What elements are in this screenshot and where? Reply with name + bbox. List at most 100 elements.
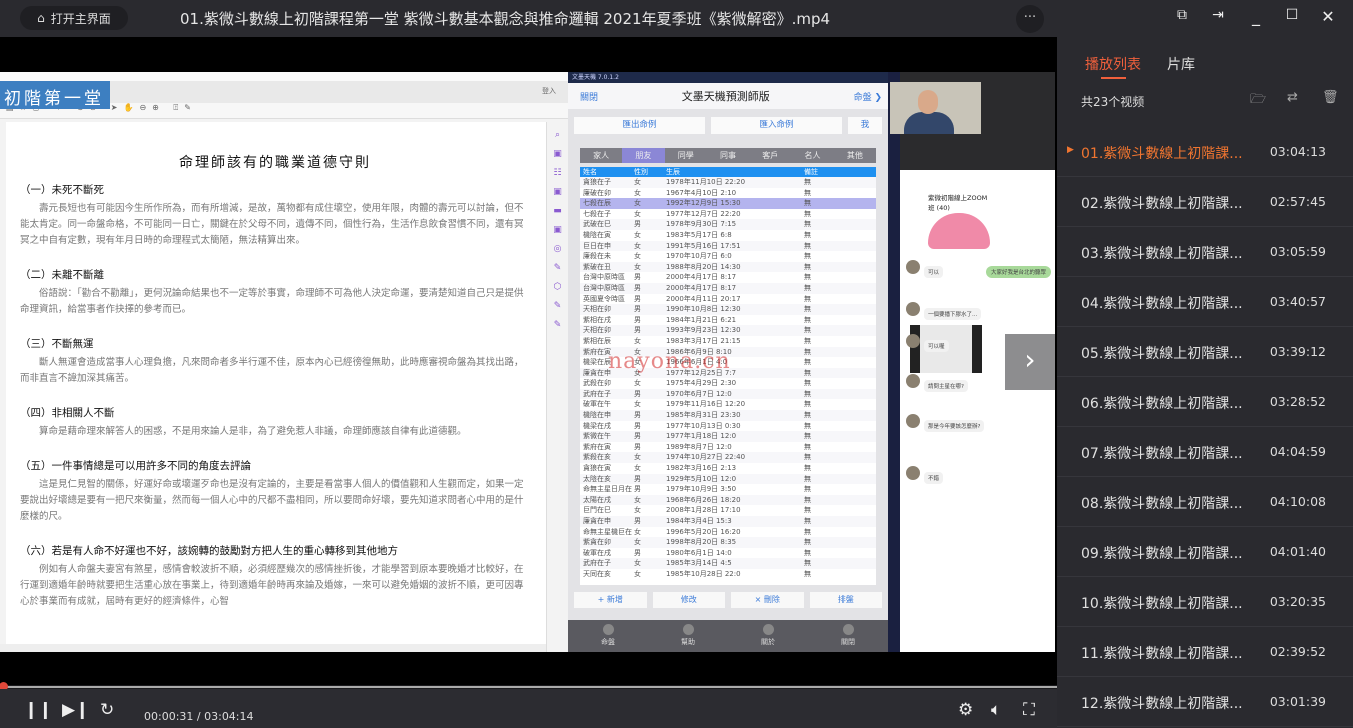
category-tab: 同事: [719, 151, 736, 160]
table-row: 機陰在寅 女 1983年5月17日 6:8 無: [580, 230, 876, 241]
table-cell: 無: [804, 495, 811, 504]
playlist-item[interactable]: 11.紫微斗數線上初階課... 02:39:52: [1057, 627, 1353, 677]
home-label: 打开主界面: [50, 11, 111, 26]
table-cell: 1992年12月9日 15:30: [666, 199, 741, 208]
playlist-item[interactable]: 12.紫微斗數線上初階課... 03:01:39: [1057, 677, 1353, 727]
watermark: nayona.cn: [608, 349, 731, 374]
table-cell: 無: [804, 569, 811, 578]
sort-list-icon[interactable]: ⇄: [1287, 90, 1298, 105]
screencast-icon[interactable]: ⧉: [1171, 7, 1193, 23]
table-cell: 1970年6月7日 12:0: [666, 389, 732, 398]
doc-section: （三）不斷無運 斷人無運會造成當事人心理負擔，凡來問命者多半行運不佳，原本內心已經…: [20, 336, 530, 387]
more-button[interactable]: ···: [1016, 5, 1044, 33]
open-folder-icon[interactable]: 🗁︎: [1250, 90, 1266, 112]
maximize-icon[interactable]: ☐: [1281, 7, 1303, 23]
next-track-icon[interactable]: ▶❙: [62, 702, 89, 719]
table-cell: 機梁在戌: [583, 421, 611, 430]
app-action-button: × 刪除: [731, 592, 804, 608]
pause-icon[interactable]: ❙❙: [24, 702, 53, 719]
table-cell: 無: [804, 241, 811, 250]
table-row: 英國夏令時區男 2000年4月11日 20:17 無: [580, 294, 876, 305]
video-area[interactable]: 初階第一堂 登入 ▤☆⎙✉⌕ ⊕⊖ ➤✋⊖⊕ ⍐✎ 命理師該有的職業道德守則 （…: [0, 37, 1057, 685]
table-cell: 無: [804, 400, 811, 409]
playlist-item[interactable]: 05.紫微斗數線上初階課... 03:39:12: [1057, 327, 1353, 377]
table-cell: 1982年3月16日 2:13: [666, 464, 737, 473]
playlist-item[interactable]: 06.紫微斗數線上初階課... 03:28:52: [1057, 377, 1353, 427]
app-action-button: + 新增: [574, 592, 647, 608]
chat-group-title: 紫微初階線上ZOOM班 (40): [928, 194, 988, 212]
playlist-item-title: 09.紫微斗數線上初階課...: [1081, 546, 1243, 562]
section-heading: （六）若是有人命不好運也不好，該婉轉的鼓勵對方把人生的重心轉移到其他地方: [20, 545, 398, 557]
table-cell: 無: [804, 220, 811, 229]
fullscreen-icon[interactable]: ⛶: [1023, 702, 1035, 719]
next-slide-button[interactable]: ›: [1005, 334, 1055, 390]
tab-playlist[interactable]: 播放列表: [1085, 54, 1141, 74]
table-cell: 男: [634, 389, 641, 398]
chat-avatar: [906, 302, 920, 316]
table-cell: 七殺在辰: [583, 199, 611, 208]
table-cell: 女: [634, 262, 641, 271]
chat-avatar: [906, 260, 920, 274]
table-row: 台灣中原時區男 2000年4月17日 8:17 無: [580, 272, 876, 283]
table-cell: 1993年9月23日 12:30: [666, 326, 741, 335]
export-cases-button: 匯出命例: [574, 117, 706, 134]
pdf-side-tools: ⌕ ▣ ☷ ▣ ▬ ▣ ◎ ✎ ⬡ ✎ ✎: [546, 122, 568, 652]
chat-bubble: 請問主星在哪?: [924, 380, 968, 392]
table-cell: 無: [804, 358, 811, 367]
table-cell: 無: [804, 230, 811, 239]
playlist-item[interactable]: 10.紫微斗數線上初階課... 03:20:35: [1057, 577, 1353, 627]
chat-avatar: [906, 334, 920, 348]
playlist-item[interactable]: 08.紫微斗數線上初階課... 04:10:08: [1057, 477, 1353, 527]
table-cell: 女: [634, 453, 641, 462]
table-cell: 2008年1月28日 17:10: [666, 506, 741, 515]
pdf-page: 命理師該有的職業道德守則 （一）未死不斷死 壽元長短也有可能因今生所作所為，而有所…: [6, 122, 546, 644]
category-tab: 朋友: [622, 148, 665, 163]
table-cell: 1984年3月4日 15:3: [666, 517, 732, 525]
playlist-item[interactable]: 03.紫微斗數線上初階課... 03:05:59: [1057, 227, 1353, 277]
delete-icon[interactable]: 🗑︎: [1322, 90, 1339, 105]
tab-library[interactable]: 片库: [1167, 54, 1195, 74]
table-cell: 男: [634, 326, 641, 335]
chat-bubble-own: 大家好我是台北的聽眾: [986, 266, 1052, 278]
table-cell: 無: [804, 252, 811, 261]
minimize-icon[interactable]: _: [1245, 7, 1267, 26]
playlist-item[interactable]: 09.紫微斗數線上初階課... 04:01:40: [1057, 527, 1353, 577]
table-cell: 紫府在寅: [583, 442, 611, 451]
table-cell: 無: [804, 464, 811, 473]
table-cell: 紫微在午: [583, 432, 611, 441]
table-cell: 2000年4月17日 8:17: [666, 283, 737, 292]
table-cell: 男: [634, 305, 641, 314]
table-cell: 男: [634, 411, 641, 420]
playlist-item[interactable]: 07.紫微斗數線上初階課... 04:04:59: [1057, 427, 1353, 477]
table-cell: 1979年11月16日 12:20: [666, 400, 746, 409]
loop-off-icon[interactable]: ↻: [100, 702, 114, 719]
nav-icon: [602, 624, 614, 635]
table-cell: 巨門在巳: [583, 506, 611, 515]
table-cell: 1978年11月10日 22:20: [666, 178, 746, 186]
volume-icon[interactable]: 🔈︎: [991, 702, 1001, 719]
table-cell: 破軍在戌: [583, 548, 611, 557]
pdf-status-bar: [0, 644, 546, 652]
column-header: 姓名: [583, 168, 597, 176]
chat-message: 一個要播下膠水了...: [906, 302, 982, 320]
table-cell: 2000年4月11日 20:17: [666, 294, 741, 303]
pin-icon[interactable]: ⇥: [1207, 7, 1229, 23]
table-cell: 太陰在亥: [583, 474, 611, 483]
playlist-item[interactable]: 04.紫微斗數線上初階課... 03:40:57: [1057, 277, 1353, 327]
section-body: 例如有人命盤夫妻宮有煞星，感情會較波折不順，必須經歷幾次的感情挫折後，才能學習到…: [20, 564, 524, 607]
playlist-item-title: 06.紫微斗數線上初階課...: [1081, 396, 1243, 412]
playlist-item-duration: 03:05:59: [1269, 244, 1326, 259]
line-chat: 紫微初階線上ZOOM班 (40) 大家好我是台北的聽眾 可以 一個要播下膠水了..…: [900, 170, 1055, 652]
section-heading: （四）非相關人不斷: [20, 407, 115, 419]
playlist-item[interactable]: ▶ 01.紫微斗數線上初階課... 03:04:13: [1057, 127, 1353, 177]
table-cell: 女: [634, 538, 641, 547]
playlist-item-title: 12.紫微斗數線上初階課...: [1081, 696, 1243, 712]
close-icon[interactable]: ✕: [1317, 7, 1339, 26]
table-cell: 無: [804, 474, 811, 483]
settings-icon[interactable]: ⚙: [958, 702, 973, 719]
app-action-button: 修改: [652, 592, 725, 608]
table-cell: 1984年1月21日 6:21: [666, 315, 737, 324]
open-main-window-button[interactable]: ⌂ 打开主界面: [20, 6, 128, 30]
playlist-item[interactable]: 02.紫微斗數線上初階課... 02:57:45: [1057, 177, 1353, 227]
progress-track[interactable]: [0, 686, 1057, 688]
